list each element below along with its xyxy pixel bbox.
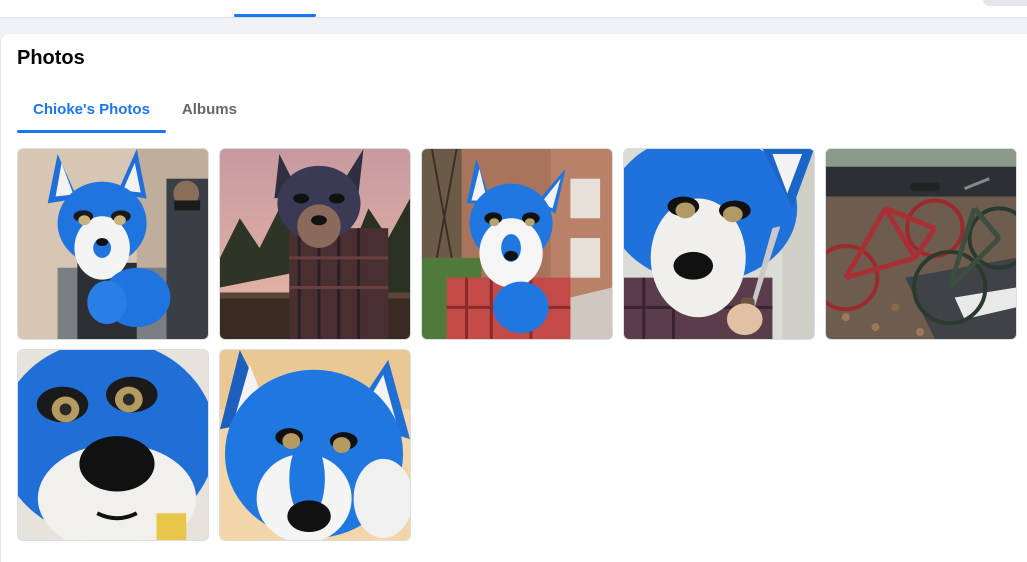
photo-thumbnail[interactable] [825,148,1017,340]
photo-image [422,149,612,339]
photo-thumbnail[interactable] [17,148,209,340]
photo-image [826,149,1016,339]
photo-image [18,350,208,540]
photo-image [624,149,814,339]
photo-thumbnail[interactable] [17,349,209,541]
top-corner-button[interactable] [983,0,1027,6]
photos-title: Photos [17,47,85,69]
photo-image [18,149,208,339]
photo-thumbnail[interactable] [623,148,815,340]
photo-thumbnail[interactable] [421,148,613,340]
photo-thumbnail[interactable] [219,148,411,340]
tab-albums[interactable]: Albums [166,86,253,132]
photos-card: Photos Chioke's Photos Albums [1,34,1027,562]
photo-image [220,149,410,339]
tab-chiokes-photos[interactable]: Chioke's Photos [17,86,166,133]
photo-image [220,350,410,540]
photo-thumbnail[interactable] [219,349,411,541]
active-nav-indicator [234,14,316,17]
top-navigation-bar [0,0,1027,18]
photos-tabs: Chioke's Photos Albums [17,86,253,133]
